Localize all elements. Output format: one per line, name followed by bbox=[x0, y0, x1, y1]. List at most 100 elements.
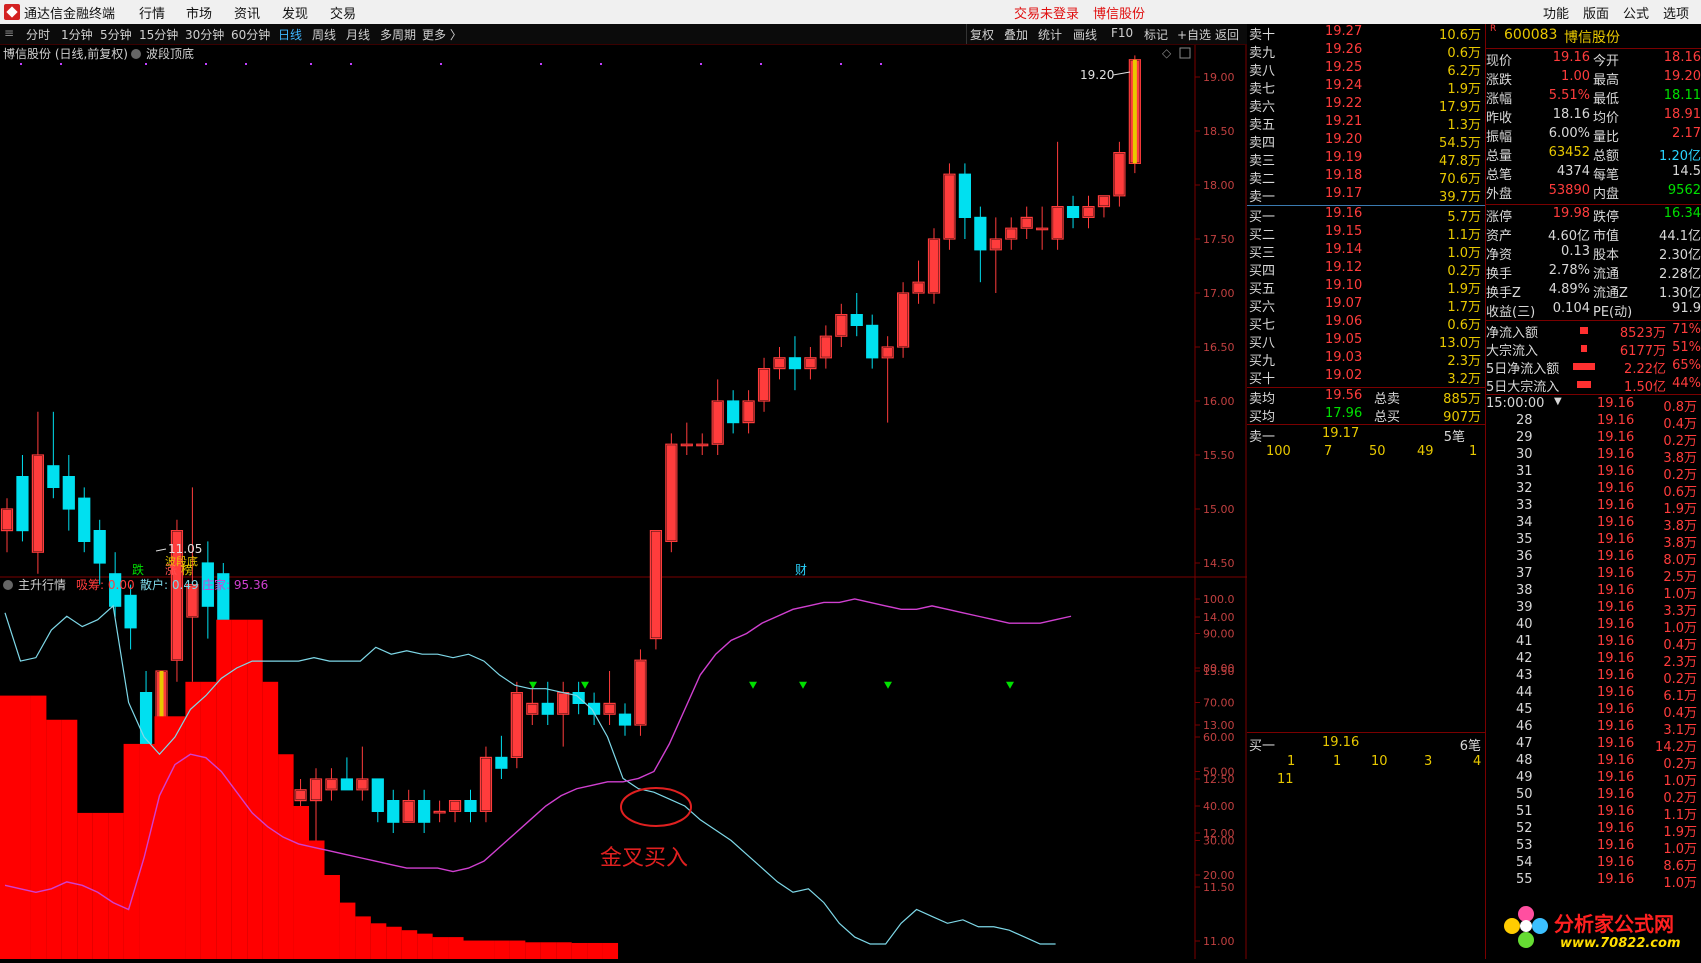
action-fuquan[interactable]: 复权 bbox=[970, 26, 994, 43]
period-weekly[interactable]: 周线 bbox=[312, 26, 336, 43]
tick-row[interactable]: 39 19.16 3.3万 bbox=[1486, 600, 1701, 619]
orderbook-row[interactable]: 买十 19.02 3.2万 bbox=[1247, 368, 1485, 387]
orderbook-row[interactable]: 买五 19.10 1.9万 bbox=[1247, 278, 1485, 297]
tick-row[interactable]: 52 19.16 1.9万 bbox=[1486, 821, 1701, 840]
action-f10[interactable]: F10 bbox=[1111, 26, 1133, 40]
tick-row[interactable]: 54 19.16 8.6万 bbox=[1486, 855, 1701, 874]
candle[interactable] bbox=[479, 746, 493, 823]
period-multi[interactable]: 多周期 bbox=[380, 26, 416, 43]
orderbook-row[interactable]: 买四 19.12 0.2万 bbox=[1247, 260, 1485, 279]
orderbook-row[interactable]: 卖三 19.19 47.8万 bbox=[1247, 150, 1485, 169]
tick-row[interactable]: 31 19.16 0.2万 bbox=[1486, 464, 1701, 483]
period-monthly[interactable]: 月线 bbox=[346, 26, 370, 43]
candle[interactable] bbox=[665, 433, 678, 553]
indicator-toggle-icon[interactable] bbox=[131, 49, 141, 59]
tick-row[interactable]: 47 19.16 14.2万 bbox=[1486, 736, 1701, 755]
tick-row[interactable]: 32 19.16 0.6万 bbox=[1486, 481, 1701, 500]
tick-row[interactable]: 33 19.16 1.9万 bbox=[1486, 498, 1701, 517]
menu-gongshi[interactable]: 公式 bbox=[1623, 3, 1649, 22]
tick-row[interactable]: 45 19.16 0.4万 bbox=[1486, 702, 1701, 721]
menu-banmian[interactable]: 版面 bbox=[1583, 3, 1609, 22]
period-daily[interactable]: 日线 bbox=[278, 26, 302, 43]
tick-row[interactable]: 49 19.16 1.0万 bbox=[1486, 770, 1701, 789]
tick-row[interactable]: 46 19.16 3.1万 bbox=[1486, 719, 1701, 738]
tick-filter-icon[interactable]: ▼ bbox=[1554, 396, 1562, 407]
indicator-dot bbox=[540, 63, 542, 65]
orderbook-row[interactable]: 卖九 19.26 0.6万 bbox=[1247, 42, 1485, 61]
candle[interactable] bbox=[927, 228, 941, 304]
action-biaoji[interactable]: 标记 bbox=[1144, 26, 1168, 43]
candle[interactable] bbox=[943, 163, 956, 250]
tick-row[interactable]: 44 19.16 6.1万 bbox=[1486, 685, 1701, 704]
orderbook-row[interactable]: 买九 19.03 2.3万 bbox=[1247, 350, 1485, 369]
tick-row[interactable]: 35 19.16 3.8万 bbox=[1486, 532, 1701, 551]
period-5min[interactable]: 5分钟 bbox=[100, 26, 132, 43]
orderbook-row[interactable]: 买三 19.14 1.0万 bbox=[1247, 242, 1485, 261]
menu-xuanxiang[interactable]: 选项 bbox=[1663, 3, 1689, 22]
kline-chart-svg[interactable]: 博信股份 (日线,前复权) 波段顶底 ◇ 19.00 18.50 18.00 17.5… bbox=[0, 45, 1247, 959]
orderbook-row[interactable]: 卖一 19.17 39.7万 bbox=[1247, 186, 1485, 205]
period-1min[interactable]: 1分钟 bbox=[61, 26, 93, 43]
tick-row[interactable]: 40 19.16 1.0万 bbox=[1486, 617, 1701, 636]
menu-shichang[interactable]: 市场 bbox=[186, 3, 212, 22]
diamond-icon[interactable]: ◇ bbox=[1162, 46, 1172, 60]
menu-zixun[interactable]: 资讯 bbox=[234, 3, 260, 22]
orderbook-row[interactable]: 卖八 19.25 6.2万 bbox=[1247, 60, 1485, 79]
toolbar-menu-icon[interactable]: ≡ bbox=[4, 26, 14, 40]
orderbook-row[interactable]: 卖十 19.27 10.6万 bbox=[1247, 24, 1485, 43]
chart-area[interactable]: 博信股份 (日线,前复权) 波段顶底 ◇ 19.00 18.50 18.00 17.5… bbox=[0, 45, 1247, 959]
candle-body bbox=[418, 799, 431, 823]
period-30min[interactable]: 30分钟 bbox=[185, 26, 224, 43]
candle[interactable] bbox=[634, 649, 647, 736]
period-more[interactable]: 更多 〉 bbox=[422, 26, 462, 43]
tick-row[interactable]: 30 19.16 3.8万 bbox=[1486, 447, 1701, 466]
orderbook-row[interactable]: 卖六 19.22 17.9万 bbox=[1247, 96, 1485, 115]
action-add-favorite[interactable]: +自选 bbox=[1177, 26, 1211, 43]
candle[interactable] bbox=[510, 681, 523, 769]
menu-faxian[interactable]: 发现 bbox=[282, 3, 308, 22]
tick-price: 19.16 bbox=[1597, 838, 1635, 853]
orderbook-row[interactable]: 买二 19.15 1.1万 bbox=[1247, 224, 1485, 243]
period-15min[interactable]: 15分钟 bbox=[139, 26, 178, 43]
tick-row[interactable]: 36 19.16 8.0万 bbox=[1486, 549, 1701, 568]
orderbook-row[interactable]: 卖七 19.24 1.9万 bbox=[1247, 78, 1485, 97]
price-axis-label: 14.00 bbox=[1203, 611, 1235, 624]
candle[interactable] bbox=[896, 282, 910, 358]
period-60min[interactable]: 60分钟 bbox=[231, 26, 270, 43]
action-tongji[interactable]: 统计 bbox=[1038, 26, 1062, 43]
menu-jiaoyi[interactable]: 交易 bbox=[330, 3, 356, 22]
tick-row[interactable]: 29 19.16 0.2万 bbox=[1486, 430, 1701, 449]
tick-row[interactable]: 43 19.16 0.2万 bbox=[1486, 668, 1701, 687]
orderbook-row[interactable]: 卖五 19.21 1.3万 bbox=[1247, 114, 1485, 133]
tick-row[interactable]: 42 19.16 2.3万 bbox=[1486, 651, 1701, 670]
stock-name[interactable]: 博信股份 bbox=[1564, 27, 1620, 47]
orderbook-row[interactable]: 买一 19.16 5.7万 bbox=[1247, 206, 1485, 225]
action-diejia[interactable]: 叠加 bbox=[1004, 26, 1028, 43]
trade-login-status[interactable]: 交易未登录 bbox=[1014, 3, 1079, 22]
action-back[interactable]: 返回 bbox=[1215, 26, 1239, 43]
period-fenshi[interactable]: 分时 bbox=[26, 26, 50, 43]
tick-row[interactable]: 50 19.16 0.2万 bbox=[1486, 787, 1701, 806]
candle-fill bbox=[1006, 229, 1016, 238]
tick-row[interactable]: 53 19.16 1.0万 bbox=[1486, 838, 1701, 857]
orderbook-row[interactable]: 卖二 19.18 70.6万 bbox=[1247, 168, 1485, 187]
stock-code[interactable]: 600083 bbox=[1504, 27, 1557, 43]
tick-row[interactable]: 51 19.16 1.1万 bbox=[1486, 804, 1701, 823]
menu-hangqing[interactable]: 行情 bbox=[139, 3, 165, 22]
candle[interactable] bbox=[649, 530, 663, 650]
tick-list[interactable]: 28 19.16 0.4万 29 19.16 0.2万 30 19.16 3.8万 3… bbox=[1486, 413, 1701, 891]
tick-row[interactable]: 34 19.16 3.8万 bbox=[1486, 515, 1701, 534]
tick-row[interactable]: 38 19.16 1.0万 bbox=[1486, 583, 1701, 602]
action-huaxian[interactable]: 画线 bbox=[1073, 26, 1097, 43]
tick-row[interactable]: 55 19.16 1.0万 bbox=[1486, 872, 1701, 891]
tick-row[interactable]: 28 19.16 0.4万 bbox=[1486, 413, 1701, 432]
orderbook-row[interactable]: 买七 19.06 0.6万 bbox=[1247, 314, 1485, 333]
orderbook-row[interactable]: 买八 19.05 13.0万 bbox=[1247, 332, 1485, 351]
orderbook-row[interactable]: 买六 19.07 1.7万 bbox=[1247, 296, 1485, 315]
sub-indicator-toggle-icon[interactable] bbox=[3, 580, 13, 590]
orderbook-row[interactable]: 卖四 19.20 54.5万 bbox=[1247, 132, 1485, 151]
menu-gongneng[interactable]: 功能 bbox=[1543, 3, 1569, 22]
tick-row[interactable]: 37 19.16 2.5万 bbox=[1486, 566, 1701, 585]
tick-row[interactable]: 48 19.16 0.2万 bbox=[1486, 753, 1701, 772]
tick-row[interactable]: 41 19.16 0.4万 bbox=[1486, 634, 1701, 653]
